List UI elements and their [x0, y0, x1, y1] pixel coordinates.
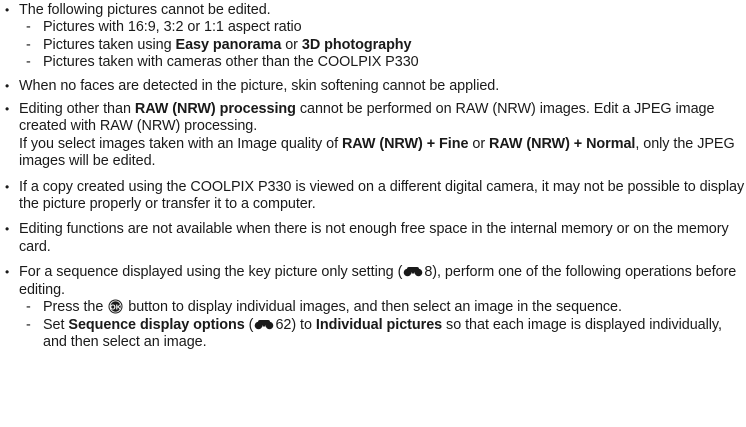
sub-item-text: ) to	[291, 316, 316, 333]
note-text: If you select images taken with an Image…	[19, 135, 342, 152]
reference-page: 62	[275, 316, 292, 333]
sub-item-text: Pictures taken using	[43, 36, 176, 53]
bullet-marker: •	[5, 102, 10, 117]
raw-processing-term: RAW (NRW) processing	[134, 101, 296, 118]
note-text: Editing functions are not available when…	[19, 221, 729, 255]
bullet-marker: •	[5, 179, 10, 194]
sub-item-press-ok: - Press the OK button to display individ…	[5, 299, 746, 316]
dash-marker: -	[26, 316, 31, 333]
binoculars-reference-icon	[255, 319, 274, 329]
note-other-camera-copy: • If a copy created using the COOLPIX P3…	[5, 179, 746, 214]
raw-normal-term: RAW (NRW) + Normal	[489, 135, 636, 152]
sub-item-text: (	[244, 316, 254, 333]
sub-item-sequence-options: - Set Sequence display options (62) to I…	[5, 317, 746, 352]
sub-item-other-cameras: - Pictures taken with cameras other than…	[5, 54, 746, 71]
note-raw-editing: • Editing other than RAW (NRW) processin…	[5, 101, 746, 171]
bullet-marker: •	[5, 78, 10, 93]
dash-marker: -	[26, 36, 31, 53]
note-text: The following pictures cannot be edited.	[19, 2, 271, 18]
sub-item-panorama-3d: - Pictures taken using Easy panorama or …	[5, 37, 746, 54]
sub-item-text: Pictures with 16:9, 3:2 or 1:1 aspect ra…	[43, 19, 302, 36]
sub-item-aspect-ratio: - Pictures with 16:9, 3:2 or 1:1 aspect …	[5, 19, 746, 36]
note-skin-softening: • When no faces are detected in the pict…	[5, 78, 746, 95]
bullet-marker: •	[5, 222, 10, 237]
ok-button-icon: OK	[108, 299, 123, 314]
note-text: If a copy created using the COOLPIX P330…	[19, 178, 745, 213]
dash-marker: -	[26, 299, 31, 316]
note-text: or	[468, 135, 490, 152]
sub-item-text: or	[281, 36, 302, 53]
dash-marker: -	[26, 54, 31, 71]
sub-item-text: Press the	[43, 299, 108, 316]
sequence-display-options-term: Sequence display options	[68, 316, 245, 333]
sub-item-text: button to display individual images, and…	[124, 299, 622, 316]
sub-item-text: Set	[43, 316, 69, 333]
note-text: When no faces are detected in the pictur…	[19, 77, 500, 94]
dash-marker: -	[26, 19, 31, 36]
binoculars-reference-icon	[404, 267, 423, 277]
note-text: Editing other than	[19, 101, 135, 118]
note-sequence: • For a sequence displayed using the key…	[5, 264, 746, 299]
bullet-marker: •	[5, 265, 10, 280]
easy-panorama-term: Easy panorama	[175, 36, 282, 53]
note-text: For a sequence displayed using the key p…	[19, 264, 403, 281]
note-cannot-edit: • The following pictures cannot be edite…	[5, 2, 746, 19]
notes-page: • The following pictures cannot be edite…	[0, 0, 746, 427]
individual-pictures-term: Individual pictures	[315, 316, 443, 333]
raw-fine-term: RAW (NRW) + Fine	[341, 135, 469, 152]
note-free-space: • Editing functions are not available wh…	[5, 221, 746, 256]
svg-text:OK: OK	[110, 302, 122, 311]
3d-photography-term: 3D photography	[301, 36, 412, 53]
bullet-marker: •	[5, 3, 10, 17]
sub-item-text: Pictures taken with cameras other than t…	[43, 54, 419, 71]
